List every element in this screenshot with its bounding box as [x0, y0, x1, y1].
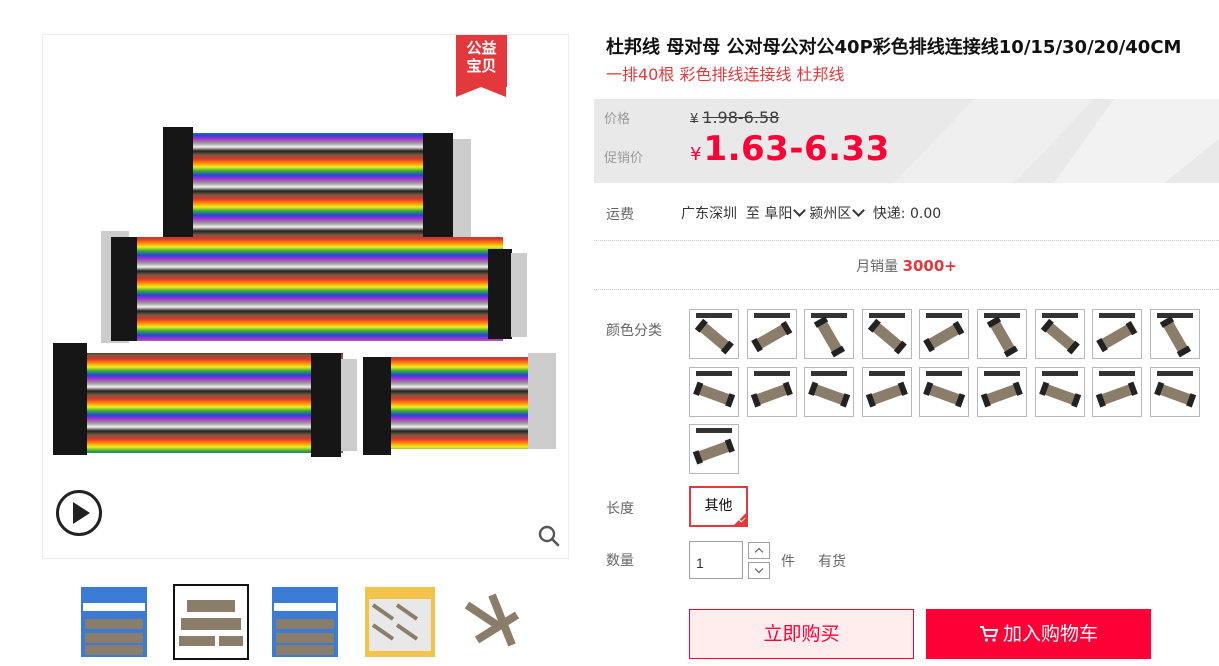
shipping-label: 运费: [606, 207, 634, 223]
promo-price: ¥1.63-6.33: [690, 129, 890, 169]
color-option-10[interactable]: [689, 366, 739, 417]
color-option-13[interactable]: [861, 366, 912, 417]
ribbon-cable-photo: [53, 127, 556, 457]
cable-swatch-image: [923, 313, 965, 353]
add-to-cart-button[interactable]: 加入购物车: [926, 609, 1151, 659]
price-label: 价格: [604, 112, 631, 127]
color-option-9[interactable]: [1149, 309, 1200, 359]
color-option-15[interactable]: [977, 366, 1027, 417]
promo-currency-symbol: ¥: [690, 144, 702, 165]
cable-swatch-image: [1038, 370, 1081, 407]
color-option-17[interactable]: [1092, 366, 1143, 417]
sales-value: 3000+: [902, 257, 957, 275]
length-label: 长度: [606, 501, 634, 517]
monthly-sales: 月销量 3000+: [594, 256, 1219, 276]
price-background-pattern: [894, 99, 1219, 183]
sales-label: 月销量: [856, 259, 899, 275]
thumbnail-strip: [68, 584, 548, 662]
thumbnail-5[interactable]: [456, 584, 532, 660]
quantity-increase-button[interactable]: [748, 542, 770, 559]
shipping-district-select[interactable]: 颍州区: [809, 204, 868, 222]
cable-swatch-image: [1156, 313, 1193, 358]
length-option-label: 其他: [704, 498, 733, 514]
product-subtitle: 一排40根 彩色排线连接线 杜邦线: [606, 65, 845, 84]
cable-swatch-image: [694, 313, 734, 355]
promo-price-label: 促销价: [604, 151, 644, 166]
original-price: ¥1.98-6.58: [690, 108, 779, 127]
badge-line-2: 宝贝: [466, 57, 497, 75]
quantity-input[interactable]: 1: [689, 541, 743, 579]
chevron-down-icon: [754, 564, 764, 574]
thumbnail-1[interactable]: [76, 584, 152, 660]
cable-swatch-image: [923, 370, 966, 407]
cable-swatch-image: [867, 313, 907, 355]
thumbnail-4[interactable]: [362, 584, 438, 660]
color-option-6[interactable]: [977, 309, 1027, 359]
stock-status: 有货: [818, 554, 846, 570]
color-option-12[interactable]: [804, 366, 855, 417]
thumbnail-3[interactable]: [267, 584, 343, 660]
selected-check-icon: [733, 512, 746, 525]
shipping-info: 广东深圳 至 阜阳 颍州区 快递: 0.00: [681, 203, 941, 223]
cable-swatch-image: [808, 370, 851, 407]
quantity-unit: 件: [781, 554, 795, 570]
color-option-11[interactable]: [746, 366, 797, 417]
add-to-cart-label: 加入购物车: [1002, 623, 1098, 645]
cart-icon: [979, 626, 998, 642]
cable-swatch-image: [984, 313, 1020, 358]
buy-now-button[interactable]: 立即购买: [689, 609, 914, 659]
city-label: 阜阳: [764, 206, 793, 222]
shipping-origin: 广东深圳: [681, 206, 737, 222]
color-option-7[interactable]: [1034, 309, 1085, 359]
original-price-value: 1.98-6.58: [702, 108, 780, 127]
product-page: 公益 宝贝 杜邦线 母对母 公对母公对公40P彩色排线连接线10/15/30/2…: [0, 0, 1219, 666]
color-option-19[interactable]: [689, 424, 739, 474]
color-option-8[interactable]: [1092, 309, 1143, 359]
quantity-label: 数量: [606, 553, 634, 569]
shipping-express: 快递: 0.00: [872, 206, 942, 222]
cable-swatch-image: [1096, 313, 1138, 353]
promo-price-value: 1.63-6.33: [703, 129, 890, 169]
color-option-18[interactable]: [1149, 366, 1200, 417]
cable-swatch-image: [750, 370, 793, 407]
cable-swatch-image: [692, 428, 735, 465]
divider: [594, 240, 1219, 241]
length-option-selected[interactable]: 其他: [689, 486, 748, 527]
color-option-3[interactable]: [804, 309, 855, 359]
color-option-14[interactable]: [919, 366, 970, 417]
color-option-16[interactable]: [1034, 366, 1085, 417]
cable-swatch-image: [1095, 370, 1139, 407]
shipping-to: 至: [745, 206, 760, 222]
cable-swatch-image: [811, 313, 848, 358]
charity-badge: 公益 宝贝: [456, 35, 507, 97]
color-option-4[interactable]: [861, 309, 912, 359]
currency-symbol: ¥: [690, 112, 699, 127]
district-label: 颍州区: [809, 206, 852, 222]
color-label: 颜色分类: [606, 323, 662, 339]
chevron-up-icon: [754, 547, 764, 557]
cable-swatch-image: [693, 370, 736, 407]
color-option-1[interactable]: [689, 309, 739, 359]
thumbnail-2[interactable]: [173, 584, 249, 660]
product-title: 杜邦线 母对母 公对母公对公40P彩色排线连接线10/15/30/20/40CM: [606, 37, 1182, 58]
cable-swatch-image: [1040, 313, 1080, 355]
price-panel: 价格 ¥1.98-6.58 促销价 ¥1.63-6.33: [594, 99, 1219, 183]
shipping-city-select[interactable]: 阜阳: [764, 204, 809, 222]
color-option-2[interactable]: [746, 309, 797, 359]
main-product-image[interactable]: 公益 宝贝: [42, 34, 569, 559]
cable-swatch-image: [865, 370, 908, 407]
play-circle-icon[interactable]: [56, 490, 102, 536]
magnifier-icon[interactable]: [538, 525, 560, 547]
chevron-down-icon: [793, 204, 807, 217]
badge-line-1: 公益: [466, 39, 497, 57]
cable-swatch-image: [750, 313, 792, 353]
color-option-5[interactable]: [919, 309, 970, 359]
cable-swatch-image: [980, 370, 1023, 407]
divider: [594, 289, 1219, 290]
quantity-decrease-button[interactable]: [748, 562, 770, 579]
cable-swatch-image: [1153, 370, 1196, 407]
chevron-down-icon: [852, 204, 866, 217]
